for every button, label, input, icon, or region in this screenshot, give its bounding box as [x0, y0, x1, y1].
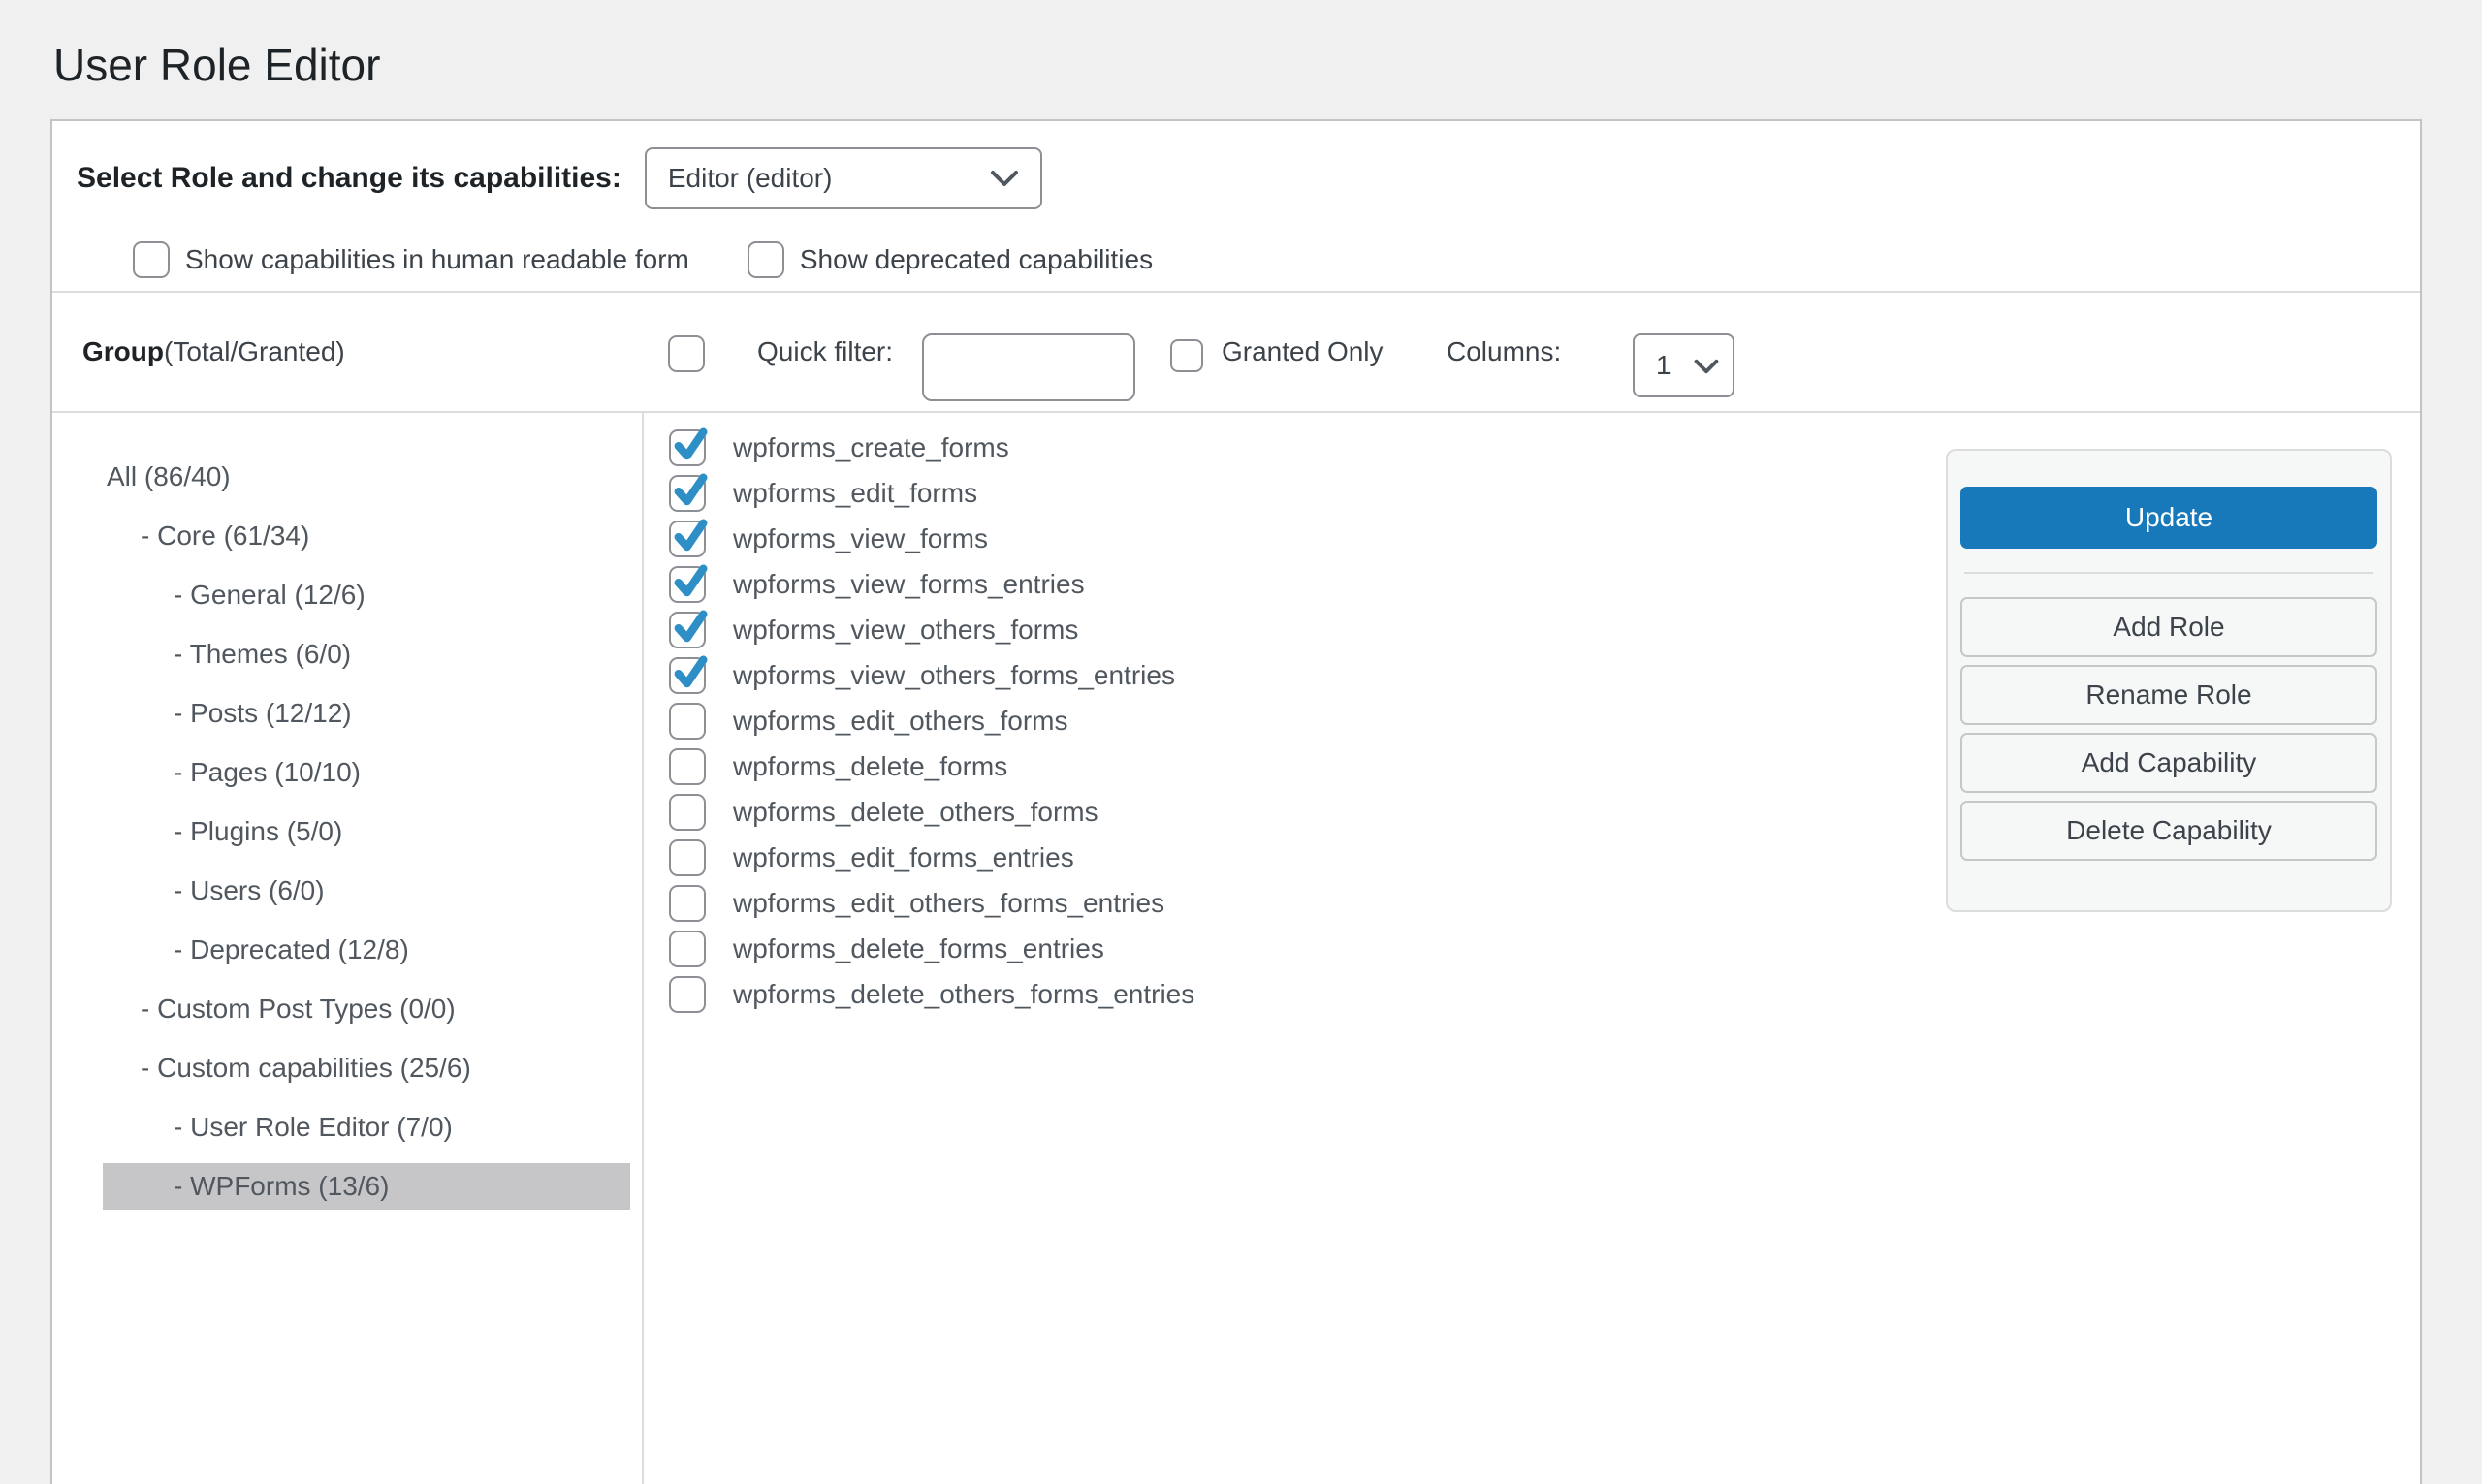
group-tree-item[interactable]: - Pages (10/10): [103, 749, 630, 796]
actions-divider: [1964, 572, 2373, 574]
check-icon: [671, 426, 710, 464]
capability-label: wpforms_delete_forms_entries: [733, 933, 1104, 964]
delete-capability-button[interactable]: Delete Capability: [1960, 801, 2377, 861]
group-tree-item[interactable]: - Posts (12/12): [103, 690, 630, 737]
capability-label: wpforms_edit_forms_entries: [733, 842, 1074, 873]
capability-checkbox[interactable]: [669, 475, 706, 512]
columns-label: Columns:: [1447, 293, 1561, 411]
group-tree-item[interactable]: - Deprecated (12/8): [103, 927, 630, 973]
select-all-checkbox[interactable]: [668, 335, 705, 372]
quick-filter-label: Quick filter:: [757, 293, 893, 411]
group-header-bold: Group: [82, 336, 164, 367]
group-tree-item[interactable]: - Custom capabilities (25/6): [103, 1045, 630, 1091]
quick-filter-input[interactable]: [922, 333, 1135, 401]
group-tree-item[interactable]: - General (12/6): [103, 572, 630, 618]
human-readable-label: Show capabilities in human readable form: [185, 244, 689, 275]
capability-checkbox[interactable]: [669, 566, 706, 603]
group-tree-item[interactable]: - WPForms (13/6): [103, 1163, 630, 1210]
granted-only-checkbox[interactable]: [1170, 339, 1203, 372]
capability-checkbox[interactable]: [669, 839, 706, 876]
page-title: User Role Editor: [53, 39, 380, 91]
capability-row: wpforms_delete_others_forms_entries: [669, 971, 2420, 1017]
add-capability-button[interactable]: Add Capability: [1960, 733, 2377, 793]
check-icon: [671, 653, 710, 692]
capability-label: wpforms_delete_others_forms: [733, 797, 1098, 828]
capability-checkbox[interactable]: [669, 931, 706, 967]
capability-checkbox[interactable]: [669, 703, 706, 740]
capability-label: wpforms_view_others_forms_entries: [733, 660, 1175, 691]
capability-label: wpforms_delete_others_forms_entries: [733, 979, 1194, 1010]
capability-checkbox[interactable]: [669, 885, 706, 922]
role-section: Select Role and change its capabilities:…: [52, 121, 2420, 293]
capability-label: wpforms_view_forms: [733, 523, 988, 554]
capability-label: wpforms_delete_forms: [733, 751, 1007, 782]
granted-only-label: Granted Only: [1222, 293, 1384, 411]
group-tree-item[interactable]: All (86/40): [103, 454, 630, 500]
check-icon: [671, 608, 710, 647]
update-button[interactable]: Update: [1960, 487, 2377, 549]
human-readable-checkbox[interactable]: [133, 241, 170, 278]
group-tree-item[interactable]: - Core (61/34): [103, 513, 630, 559]
group-tree: All (86/40) - Core (61/34) - General (12/6…: [52, 413, 644, 1484]
actions-panel: Update Add Role Rename Role Add Capabili…: [1946, 449, 2392, 912]
capability-label: wpforms_view_others_forms: [733, 615, 1078, 646]
capability-checkbox[interactable]: [669, 612, 706, 648]
check-icon: [671, 562, 710, 601]
capability-checkbox[interactable]: [669, 521, 706, 557]
deprecated-checkbox[interactable]: [748, 241, 784, 278]
chevron-down-icon: [1694, 350, 1719, 381]
capability-label: wpforms_edit_forms: [733, 478, 977, 509]
capability-label: wpforms_edit_others_forms_entries: [733, 888, 1164, 919]
capability-checkbox[interactable]: [669, 976, 706, 1013]
list-header-row: Group (Total/Granted) Quick filter: Gran…: [52, 293, 2420, 413]
add-role-button[interactable]: Add Role: [1960, 597, 2377, 657]
columns-select[interactable]: 1: [1633, 333, 1734, 397]
capability-label: wpforms_view_forms_entries: [733, 569, 1085, 600]
options-row: Show capabilities in human readable form…: [133, 240, 1153, 279]
chevron-down-icon: [990, 163, 1019, 194]
role-select-value: Editor (editor): [668, 163, 833, 194]
group-column-header: Group (Total/Granted): [82, 293, 345, 411]
role-selector-label: Select Role and change its capabilities:: [77, 162, 621, 195]
capability-checkbox[interactable]: [669, 794, 706, 831]
capability-label: wpforms_edit_others_forms: [733, 706, 1067, 737]
group-tree-item[interactable]: - Plugins (5/0): [103, 808, 630, 855]
capability-checkbox[interactable]: [669, 748, 706, 785]
group-tree-item[interactable]: - Users (6/0): [103, 868, 630, 914]
role-row: Select Role and change its capabilities:…: [77, 147, 1042, 209]
group-tree-item[interactable]: - User Role Editor (7/0): [103, 1104, 630, 1151]
deprecated-label: Show deprecated capabilities: [800, 244, 1153, 275]
capability-checkbox[interactable]: [669, 429, 706, 466]
group-tree-item[interactable]: - Custom Post Types (0/0): [103, 986, 630, 1032]
columns-select-value: 1: [1656, 350, 1671, 381]
rename-role-button[interactable]: Rename Role: [1960, 665, 2377, 725]
group-header-rest: (Total/Granted): [164, 336, 345, 367]
check-icon: [671, 471, 710, 510]
group-tree-item[interactable]: - Themes (6/0): [103, 631, 630, 678]
capability-label: wpforms_create_forms: [733, 432, 1009, 463]
role-select[interactable]: Editor (editor): [645, 147, 1042, 209]
capability-row: wpforms_delete_forms_entries: [669, 926, 2420, 971]
body-section: All (86/40) - Core (61/34) - General (12/6…: [52, 413, 2420, 1484]
user-role-editor-panel: Select Role and change its capabilities:…: [50, 119, 2422, 1484]
check-icon: [671, 517, 710, 555]
capability-checkbox[interactable]: [669, 657, 706, 694]
